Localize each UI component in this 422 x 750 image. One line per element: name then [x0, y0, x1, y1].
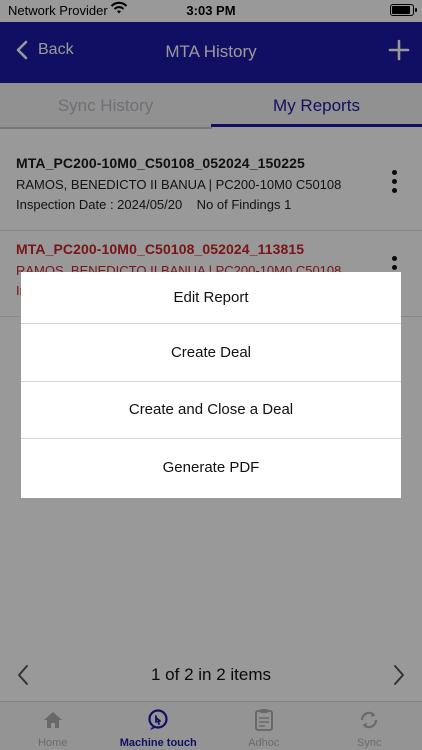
create-deal-button[interactable]: Create Deal	[21, 324, 401, 382]
generate-pdf-button[interactable]: Generate PDF	[21, 439, 401, 497]
action-menu: Edit Report Create Deal Create and Close…	[21, 272, 401, 498]
edit-report-button[interactable]: Edit Report	[21, 272, 401, 324]
create-close-deal-button[interactable]: Create and Close a Deal	[21, 382, 401, 439]
